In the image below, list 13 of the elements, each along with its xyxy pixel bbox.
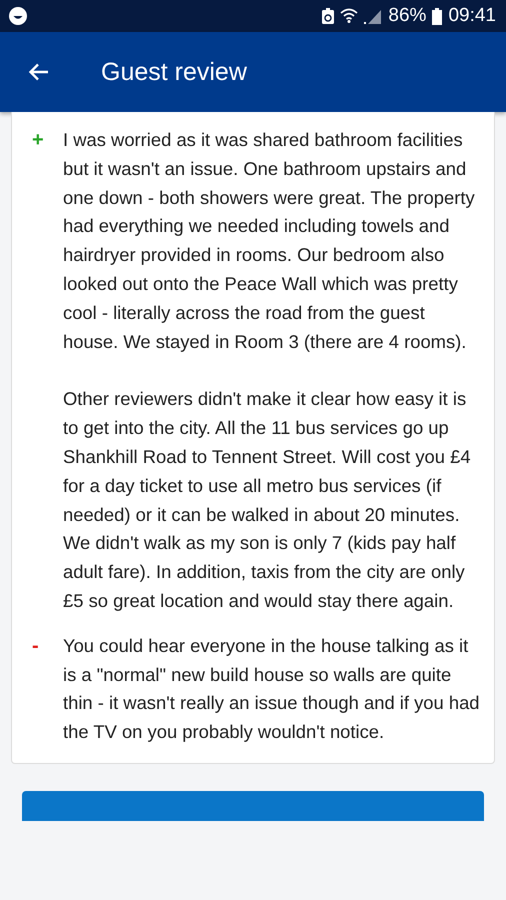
smiley-icon (8, 6, 28, 26)
signal-icon (364, 8, 382, 24)
review-paragraph: You could hear everyone in the house talking as it is a "normal" new build house so walls are quite thin - it wasn't really an issue though and if you had the TV on you probably wouldn't notice. (63, 634, 481, 744)
battery-saver-icon (322, 8, 334, 24)
clock: 09:41 (448, 5, 496, 27)
battery-percent: 86% (388, 5, 426, 27)
wifi-icon (340, 8, 358, 24)
review-paragraph: I was worried as it was shared bathroom facilities but it wasn't an issue. One bathroom upstairs and one down - both showers were great. The property had everything we needed including towels and hairdryer provided in rooms. Our bedroom also looked out onto the Peace Wall which was pretty cool - literally across the road from the guest house. We stayed in Room 3 (there are 4 rooms). (63, 128, 476, 354)
screen-title: Guest review (101, 58, 247, 86)
battery-icon (432, 8, 442, 24)
review-paragraph: Other reviewers didn't make it clear how easy it is to get into the city. All the 11 bus services go up Shankhill Road to Tennent Street. Will cost you £4 for a day ticket to use all metro bus services (if needed) or it can be walked in about 20 minutes. We didn't walk as my son is only 7 (kids pay half adult fare). In addition, taxis from the city are only £5 so great location and would stay there again. (63, 387, 472, 613)
minus-sign: - (32, 634, 40, 659)
plus-sign: + (32, 128, 45, 153)
